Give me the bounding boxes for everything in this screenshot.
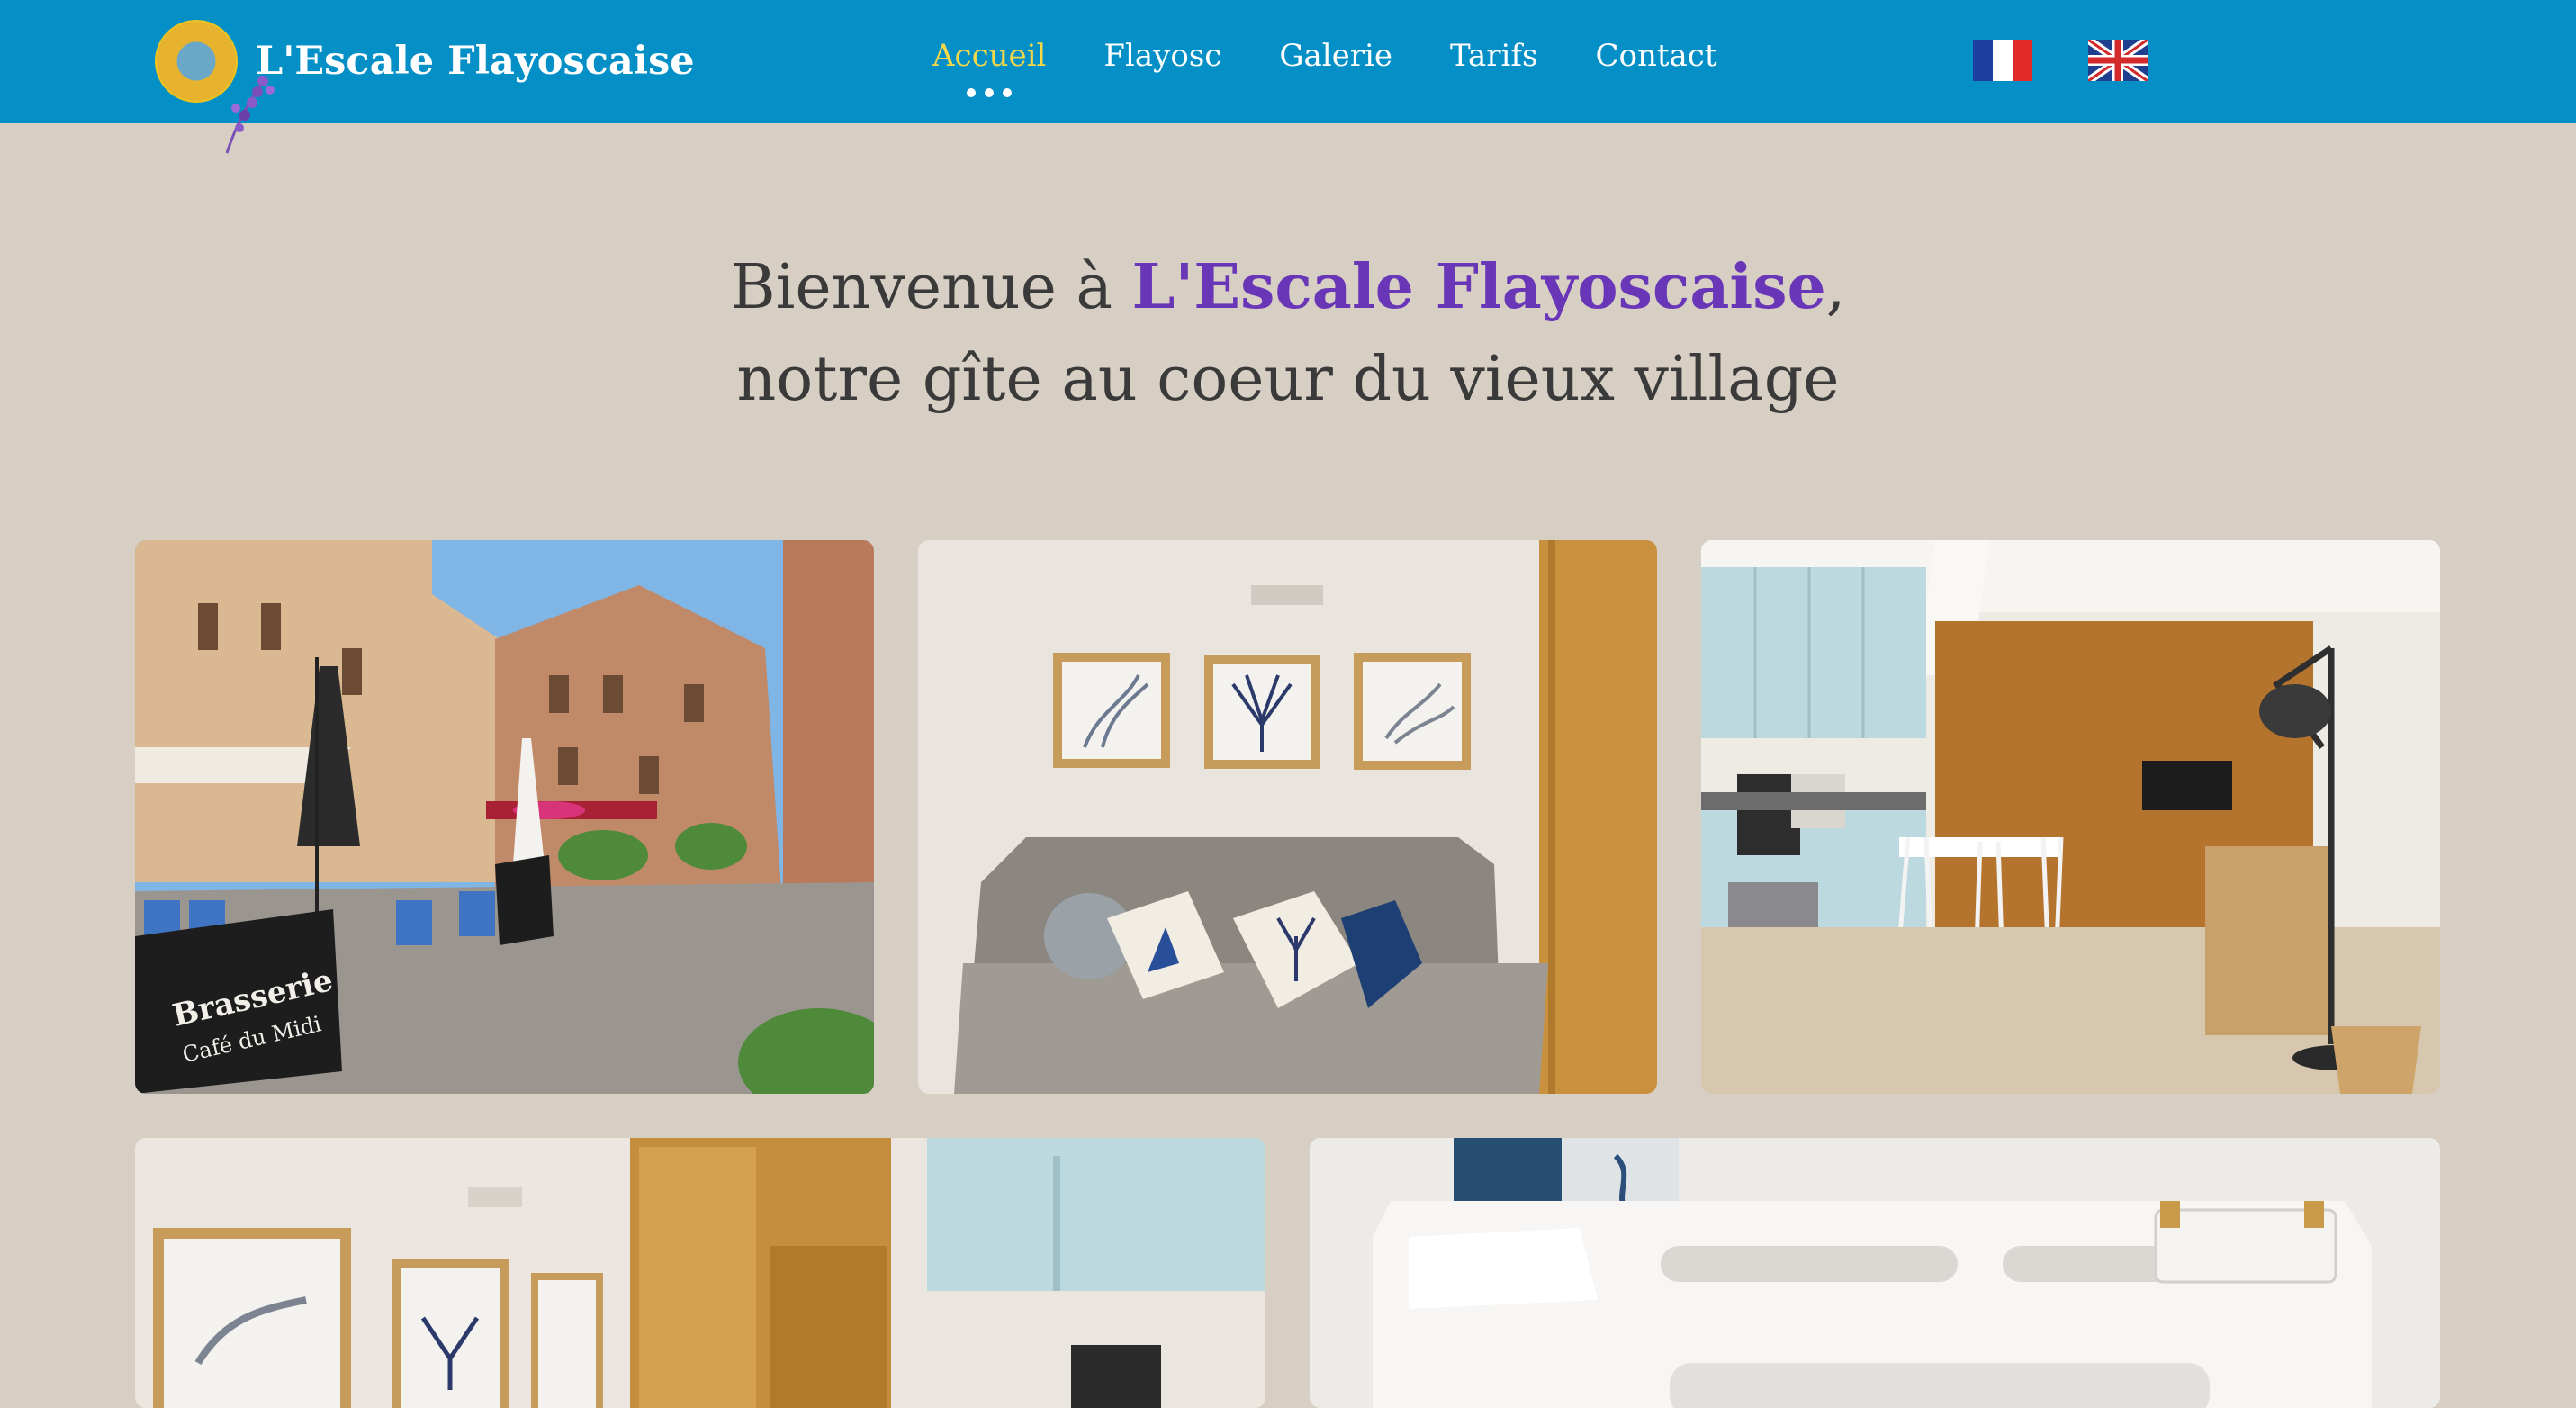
welcome-suffix: , — [1825, 252, 1846, 323]
nav-contact[interactable]: Contact — [1595, 38, 1716, 74]
uk-flag-icon[interactable] — [2088, 40, 2148, 81]
photo-living-room-sofa[interactable] — [918, 540, 1657, 1094]
photo-village-square[interactable]: Brasserie Café du Midi — [135, 540, 874, 1094]
active-indicator — [962, 88, 1016, 97]
nav-accueil[interactable]: Accueil — [932, 38, 1047, 97]
brand[interactable]: L'Escale Flayoscaise — [155, 20, 695, 154]
nav-label: Flayosc — [1103, 38, 1222, 74]
fr-flag-icon[interactable] — [1973, 40, 2032, 81]
nav-label: Galerie — [1279, 38, 1392, 74]
nav-label: Contact — [1595, 38, 1717, 74]
site-title[interactable]: L'Escale Flayoscaise — [256, 39, 695, 84]
photo-living-room-wardrobe[interactable] — [135, 1138, 1265, 1408]
site-header: L'Escale Flayoscaise Accueil Flayosc Gal… — [0, 0, 2576, 154]
photo-kitchen-dining[interactable] — [1701, 540, 2440, 1094]
site-logo[interactable] — [155, 20, 275, 154]
gite-name: L'Escale Flayoscaise — [1131, 251, 1826, 323]
nav-flayosc[interactable]: Flayosc — [1103, 38, 1221, 74]
main-nav: Accueil Flayosc Galerie Tarifs Contact — [932, 38, 1775, 97]
welcome-prefix: Bienvenue à — [730, 252, 1132, 323]
lavender-icon — [225, 76, 275, 154]
welcome-heading: Bienvenue à L'Escale Flayoscaise, notre … — [0, 241, 2576, 426]
welcome-line-1: Bienvenue à L'Escale Flayoscaise, — [0, 241, 2576, 334]
nav-label: Accueil — [932, 38, 1047, 74]
photo-bunk-bed[interactable] — [1310, 1138, 2440, 1408]
nav-galerie[interactable]: Galerie — [1279, 38, 1392, 74]
welcome-line-2: notre gîte au coeur du vieux village — [736, 344, 1840, 415]
nav-label: Tarifs — [1450, 38, 1538, 74]
nav-tarifs[interactable]: Tarifs — [1450, 38, 1537, 74]
